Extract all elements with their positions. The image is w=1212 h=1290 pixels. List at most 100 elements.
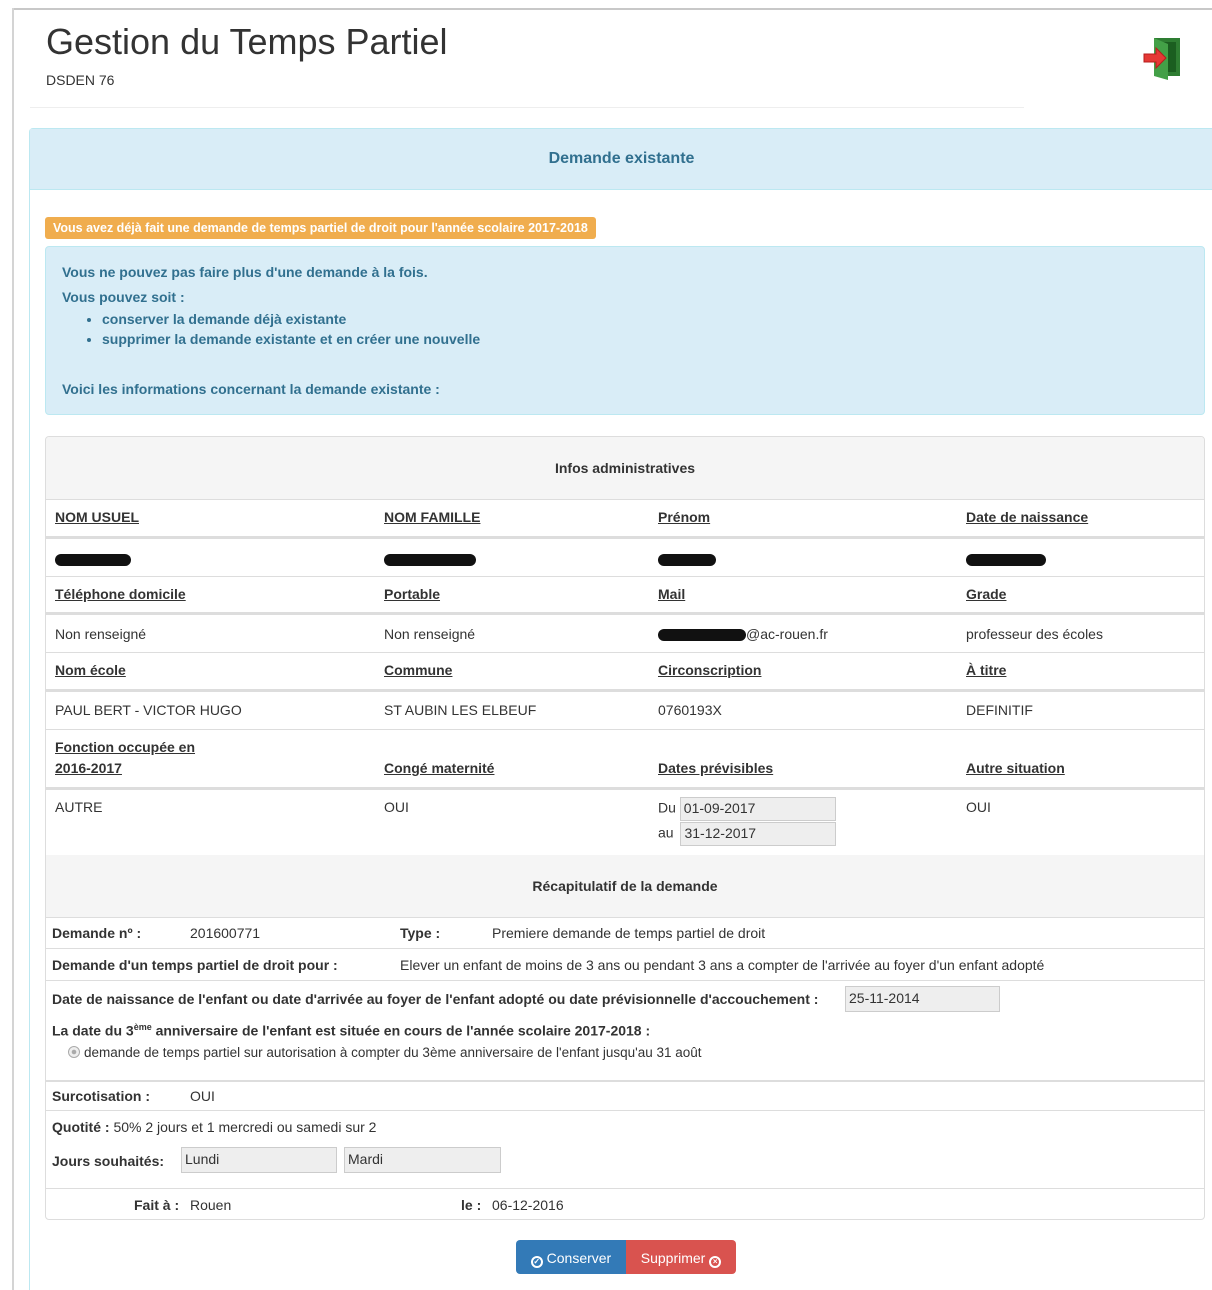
info-options-list: conserver la demande déjà existante supp… [86,309,480,349]
admin-header-row-2: Téléphone domicile Portable Mail Grade [46,576,1204,614]
demande-number-value: 201600771 [190,925,261,941]
jour-2-field[interactable]: Mardi [344,1147,501,1173]
window-top-border [12,8,1212,10]
value-prenom-redacted [658,551,716,567]
jour-1-field[interactable]: Lundi [181,1147,337,1173]
admin-section-title: Infos administratives [554,460,696,476]
value-date-naissance-redacted [966,551,1046,567]
fait-a-value: Rouen [190,1197,232,1213]
info-option-delete: supprimer la demande existante et en cré… [102,329,480,349]
request-details: Infos administratives NOM USUEL NOM FAMI… [45,436,1205,1220]
logout-icon [1143,38,1180,80]
admin-header-row-1: NOM USUEL NOM FAMILLE Prénom Date de nai… [46,499,1204,538]
remove-circle-icon: × [709,1256,722,1268]
info-line-2: Vous pouvez soit : [62,289,185,305]
header-portable: Portable [384,586,441,602]
naissance-enfant-field[interactable]: 25-11-2014 [845,986,1000,1012]
autorisation-radio-option[interactable]: demande de temps partiel sur autorisatio… [68,1045,702,1060]
type-label: Type : [400,925,441,941]
admin-header-row-3: Nom école Commune Circonscription À titr… [46,652,1204,691]
value-mail-domain: @ac-rouen.fr [746,626,828,642]
app-subtitle: DSDEN 76 [46,72,115,88]
value-nom-ecole: PAUL BERT - VICTOR HUGO [55,702,242,718]
header-date-naissance: Date de naissance [966,509,1089,525]
recap-row-quotite: Quotité : 50% 2 jours et 1 mercredi ou s… [46,1110,1204,1188]
recap-section-title: Récapitulatif de la demande [532,878,718,894]
logout-button[interactable] [1140,36,1186,80]
admin-value-row-1 [46,538,1204,576]
surcotisation-value: OUI [190,1088,215,1104]
dates-previsibles-au: au 31-12-2017 [658,822,837,846]
value-conge-maternite: OUI [384,799,409,815]
admin-header-row-4: Fonction occupée en 2016-2017 Congé mate… [46,729,1204,789]
app-title: Gestion du Temps Partiel [46,21,448,62]
header-conge-maternite: Congé maternité [384,760,495,776]
check-circle-icon: ✓ [530,1256,543,1268]
info-line-3: Voici les informations concernant la dem… [62,381,440,397]
quotite: Quotité : 50% 2 jours et 1 mercredi ou s… [52,1119,376,1135]
header-nom-famille: NOM FAMILLE [384,509,481,525]
header-commune: Commune [384,662,453,678]
demande-number-label: Demande nº : [52,925,142,941]
au-label: au [658,824,674,841]
header-nom-ecole: Nom école [55,662,126,678]
anniversaire-label-pre: La date du 3 [52,1022,134,1039]
dates-previsibles-du: Du 01-09-2017 [658,797,836,821]
panel-heading-title: Demande existante [548,150,695,167]
value-circonscription: 0760193X [658,702,722,718]
recap-row-pour: Demande d'un temps partiel de droit pour… [46,948,1204,980]
type-value: Premiere demande de temps partiel de dro… [492,925,766,941]
recap-row-demande: Demande nº : 201600771 Type : Premiere d… [46,917,1204,948]
info-alert: Vous ne pouvez pas faire plus d'une dema… [45,246,1205,415]
header-mail: Mail [658,586,686,602]
panel-heading: Demande existante [30,129,1212,190]
header-a-titre: À titre [966,662,1007,678]
recap-row-surcotisation: Surcotisation : OUI [46,1080,1204,1110]
admin-value-row-4: AUTRE OUI Du 01-09-2017 au 31-12-2017 OU… [46,789,1204,855]
value-fonction: AUTRE [55,799,103,815]
info-option-keep: conserver la demande déjà existante [102,309,480,329]
value-a-titre: DEFINITIF [966,702,1033,718]
header-fonction-line2: 2016-2017 [55,760,122,776]
le-label: le : [461,1197,482,1213]
anniversaire-label-sup: ème [133,1022,152,1032]
anniversaire-label-post: anniversaire de l'enfant est située en c… [151,1022,651,1039]
value-mail: @ac-rouen.fr [658,626,828,642]
header-prenom: Prénom [658,509,711,525]
header-telephone: Téléphone domicile [55,586,186,602]
radio-icon[interactable] [68,1046,80,1058]
autorisation-radio-label: demande de temps partiel sur autorisatio… [84,1045,702,1060]
value-portable: Non renseigné [384,626,476,642]
recap-section-heading: Récapitulatif de la demande [46,855,1204,917]
date-au-field[interactable]: 31-12-2017 [680,822,837,846]
header-circonscription: Circonscription [658,662,762,678]
anniversaire-label: La date du 3ème anniversaire de l'enfant… [52,1022,650,1039]
value-telephone: Non renseigné [55,626,147,642]
header-autre-situation: Autre situation [966,760,1065,776]
header-nom-usuel: NOM USUEL [55,509,139,525]
date-du-field[interactable]: 01-09-2017 [679,797,836,821]
conserver-button[interactable]: ✓ Conserver [516,1240,626,1274]
value-commune: ST AUBIN LES ELBEUF [384,702,537,718]
admin-section-heading: Infos administratives [46,437,1204,499]
header-divider [30,107,1024,108]
fait-a-label: Fait à : [134,1197,180,1213]
supprimer-label: Supprimer [640,1250,706,1266]
recap-row-naissance: Date de naissance de l'enfant ou date d'… [46,980,1204,1080]
conserver-label: Conserver [546,1250,612,1266]
header-fonction-line1: Fonction occupée en [55,739,196,755]
surcotisation-label: Surcotisation : [52,1088,151,1104]
supprimer-button[interactable]: Supprimer × [626,1240,736,1274]
value-nom-usuel-redacted [55,551,131,567]
pour-label: Demande d'un temps partiel de droit pour… [52,957,338,973]
pour-value: Elever un enfant de moins de 3 ans ou pe… [400,957,1045,973]
value-grade: professeur des écoles [966,626,1103,642]
info-line-1: Vous ne pouvez pas faire plus d'une dema… [62,264,428,280]
recap-row-fait: Fait à : Rouen le : 06-12-2016 [46,1188,1204,1219]
header-dates-previsibles: Dates prévisibles [658,760,774,776]
admin-value-row-3: PAUL BERT - VICTOR HUGO ST AUBIN LES ELB… [46,691,1204,729]
value-nom-famille-redacted [384,551,476,567]
le-value: 06-12-2016 [492,1197,564,1213]
naissance-enfant-label: Date de naissance de l'enfant ou date d'… [52,991,819,1007]
quotite-label: Quotité : [52,1119,110,1135]
